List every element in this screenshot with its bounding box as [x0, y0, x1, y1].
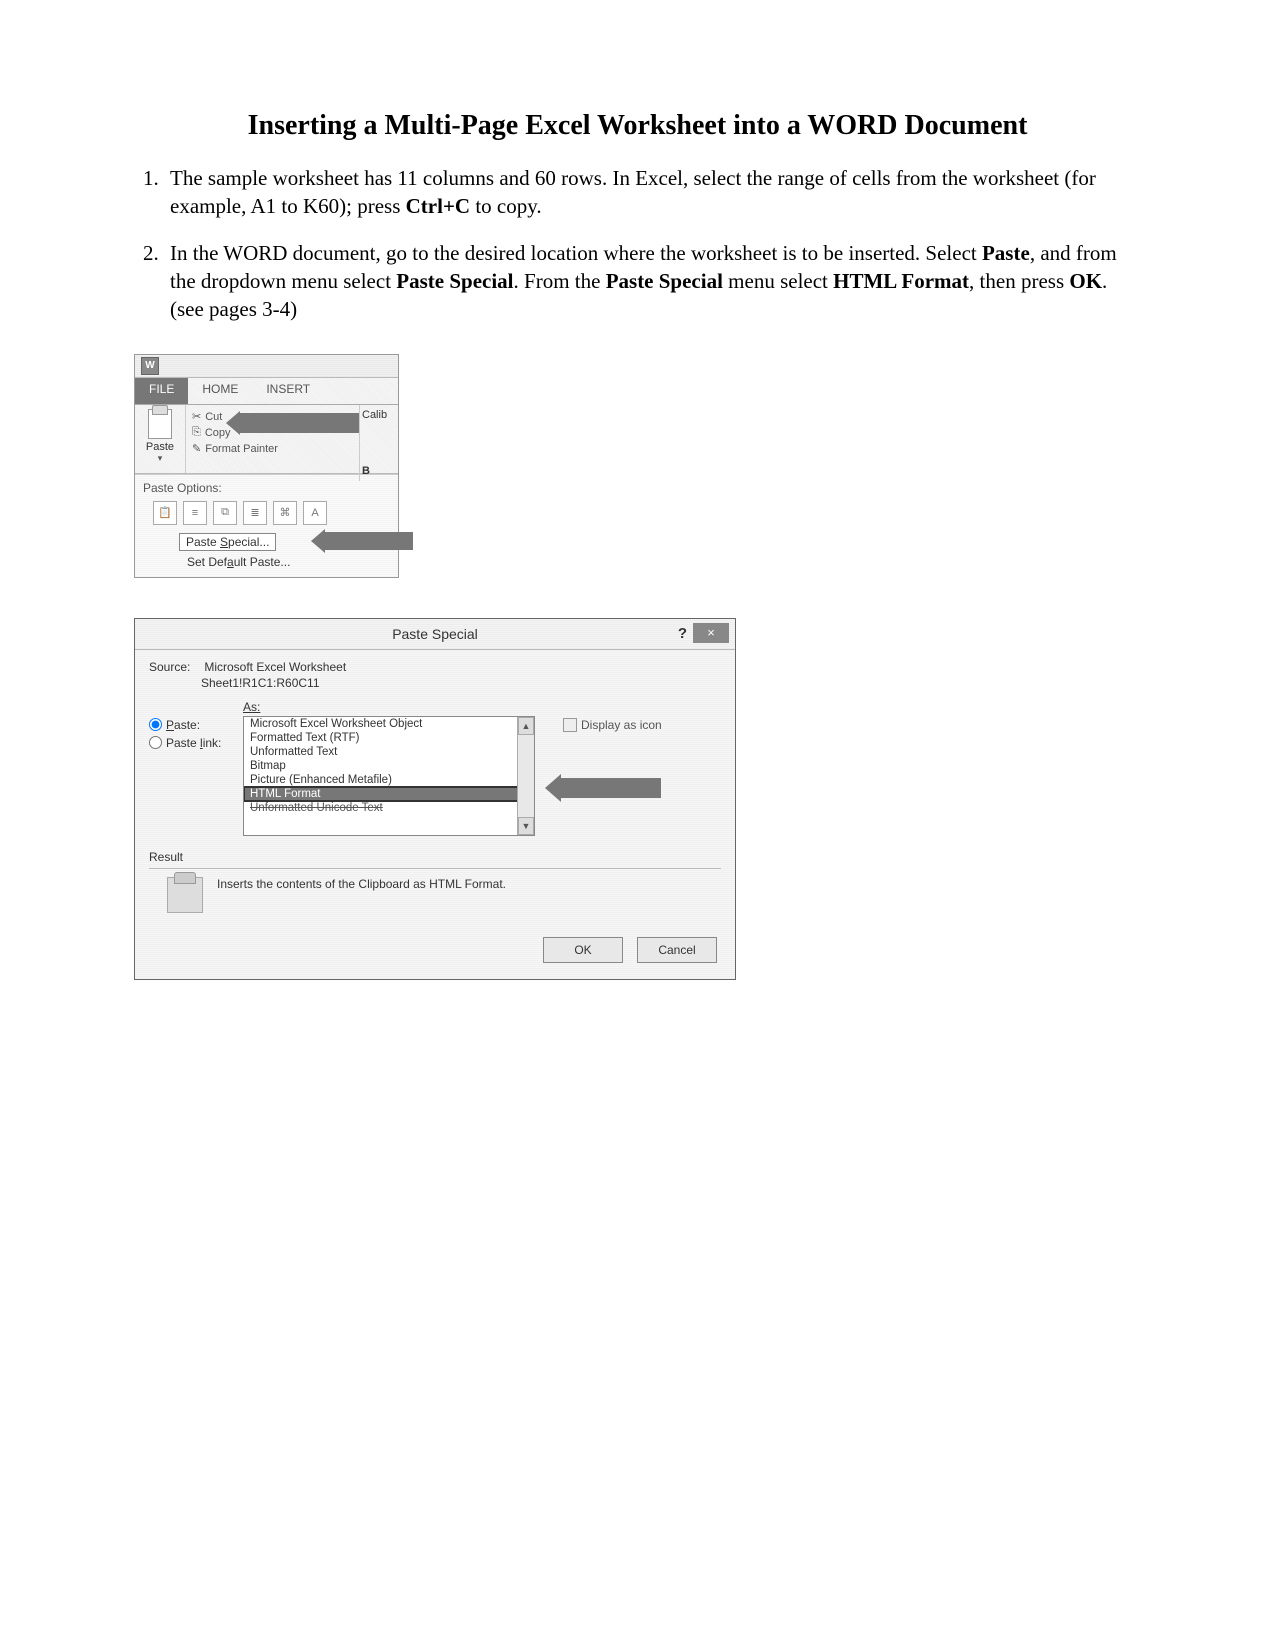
display-as-icon-label: Display as icon: [581, 718, 662, 732]
radio-paste[interactable]: Paste:: [149, 718, 233, 732]
font-group-fragment: Calib B: [359, 405, 398, 481]
word-app-icon: W: [141, 357, 159, 375]
result-label: Result: [149, 850, 721, 864]
page-title: Inserting a Multi-Page Excel Worksheet i…: [130, 110, 1145, 142]
set-default-paste-label: Set Default Paste...: [187, 555, 290, 569]
radio-paste-input[interactable]: [149, 718, 162, 731]
step-2-paste: Paste: [982, 241, 1030, 265]
as-label: As:: [243, 700, 260, 714]
radio-paste-link-label: Paste link:: [166, 736, 221, 750]
paste-text-only-icon[interactable]: A: [303, 501, 327, 525]
quick-access-toolbar: W: [135, 355, 398, 378]
paste-merge-icon[interactable]: ≡: [183, 501, 207, 525]
list-item[interactable]: Formatted Text (RTF): [244, 731, 534, 745]
radio-paste-link[interactable]: Paste link:: [149, 736, 233, 750]
listbox-scrollbar[interactable]: ▲ ▼: [517, 717, 534, 835]
step-2-text-g: menu select: [723, 269, 833, 293]
paste-option-icons: 📋 ≡ ⧉ ≣ ⌘ A: [143, 501, 390, 525]
ribbon-body: Paste ▾ ✂ Cut ⎘ Copy ✎ Format Painter: [135, 405, 398, 474]
step-2-text-i: , then press: [969, 269, 1069, 293]
step-2-paste-special: Paste Special: [396, 269, 513, 293]
radio-paste-label: Paste:: [166, 718, 200, 732]
format-painter-label: Format Painter: [205, 443, 278, 455]
paste-keep-source-icon[interactable]: 📋: [153, 501, 177, 525]
paste-dropdown-arrow-icon[interactable]: ▾: [135, 453, 185, 464]
display-as-icon-checkbox[interactable]: Display as icon: [563, 718, 662, 732]
brush-icon: ✎: [192, 442, 201, 455]
dialog-titlebar: Paste Special ? ×: [135, 619, 735, 650]
source-row: Source: Microsoft Excel Worksheet: [149, 660, 721, 674]
radio-paste-link-input[interactable]: [149, 736, 162, 749]
format-listbox[interactable]: Microsoft Excel Worksheet Object Formatt…: [243, 716, 535, 836]
instruction-list: The sample worksheet has 11 columns and …: [130, 164, 1145, 324]
ribbon-screenshot: W FILE HOME INSERT Paste ▾ ✂ Cut ⎘ Copy: [134, 354, 399, 578]
result-clipboard-icon: [167, 877, 203, 913]
paste-link-icon[interactable]: ⌘: [273, 501, 297, 525]
dialog-help-button[interactable]: ?: [678, 625, 687, 642]
paste-label: Paste: [135, 441, 185, 453]
paste-picture-icon[interactable]: ⧉: [213, 501, 237, 525]
scissors-icon: ✂: [192, 410, 201, 423]
step-2-ok: OK: [1069, 269, 1102, 293]
result-group: Result Inserts the contents of the Clipb…: [149, 850, 721, 937]
step-2-text-e: . From the: [514, 269, 606, 293]
tab-file[interactable]: FILE: [135, 378, 188, 404]
paste-mode-radios: Paste: Paste link:: [149, 700, 233, 754]
step-1-shortcut: Ctrl+C: [406, 194, 470, 218]
paste-special-label: Paste Special...: [186, 535, 269, 549]
step-2: In the WORD document, go to the desired …: [164, 239, 1145, 324]
list-item[interactable]: Picture (Enhanced Metafile): [244, 773, 534, 787]
paste-text-icon[interactable]: ≣: [243, 501, 267, 525]
step-1-text-c: to copy.: [470, 194, 542, 218]
dialog-title: Paste Special: [392, 626, 478, 642]
font-name-fragment: Calib: [362, 409, 396, 421]
list-item[interactable]: Microsoft Excel Worksheet Object: [244, 717, 534, 731]
paste-button[interactable]: Paste ▾: [135, 405, 186, 473]
callout-arrow-paste-icon: [240, 413, 360, 433]
source-reference: Sheet1!R1C1:R60C11: [201, 676, 721, 690]
set-default-paste-menu-item[interactable]: Set Default Paste...: [187, 555, 390, 569]
list-item[interactable]: Unformatted Text: [244, 745, 534, 759]
paste-special-dialog: Paste Special ? × Source: Microsoft Exce…: [134, 618, 736, 980]
paste-options-header: Paste Options:: [143, 481, 390, 495]
paste-dropdown-menu: Paste Options: 📋 ≡ ⧉ ≣ ⌘ A Paste Special…: [135, 474, 398, 577]
source-label: Source:: [149, 660, 201, 674]
ok-button[interactable]: OK: [543, 937, 623, 963]
step-1: The sample worksheet has 11 columns and …: [164, 164, 1145, 221]
callout-arrow-html-format-icon: [561, 778, 661, 798]
list-item[interactable]: Unformatted Unicode Text: [244, 801, 534, 815]
clipboard-icon: [148, 409, 172, 439]
list-item[interactable]: Bitmap: [244, 759, 534, 773]
list-item-selected[interactable]: HTML Format: [244, 787, 534, 801]
copy-icon: ⎘: [192, 426, 201, 439]
callout-arrow-paste-special-icon: [325, 532, 413, 550]
cut-label: Cut: [205, 411, 222, 423]
tab-home[interactable]: HOME: [188, 378, 252, 404]
scroll-down-icon[interactable]: ▼: [518, 817, 534, 835]
step-1-text-a: The sample worksheet has 11 columns and …: [170, 166, 1096, 218]
paste-special-menu-item[interactable]: Paste Special...: [179, 533, 276, 551]
ribbon-tabs: FILE HOME INSERT: [135, 378, 398, 405]
dialog-close-button[interactable]: ×: [693, 623, 729, 643]
step-2-html: HTML Format: [833, 269, 969, 293]
result-text: Inserts the contents of the Clipboard as…: [217, 877, 721, 891]
tab-insert[interactable]: INSERT: [252, 378, 324, 404]
bold-button[interactable]: B: [362, 465, 396, 477]
source-value: Microsoft Excel Worksheet: [204, 660, 346, 674]
cancel-button[interactable]: Cancel: [637, 937, 717, 963]
checkbox-icon[interactable]: [563, 718, 577, 732]
scroll-up-icon[interactable]: ▲: [518, 717, 534, 735]
step-2-paste-special2: Paste Special: [606, 269, 723, 293]
step-2-text-a: In the WORD document, go to the desired …: [170, 241, 982, 265]
dialog-buttons: OK Cancel: [149, 937, 721, 967]
